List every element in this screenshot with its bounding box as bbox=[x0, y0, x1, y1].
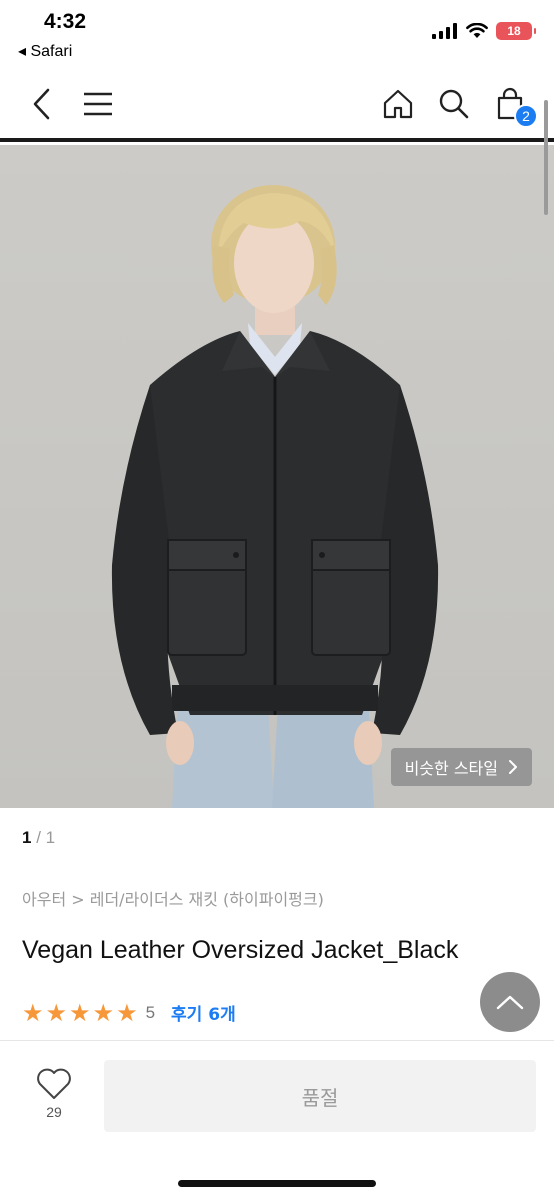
rating-value: 5 bbox=[145, 1002, 156, 1022]
back-to-safari-link[interactable]: ◂ Safari bbox=[18, 41, 72, 61]
product-photo bbox=[0, 145, 554, 808]
star-icon: ★ bbox=[92, 998, 115, 1027]
product-image[interactable]: 비슷한 스타일 bbox=[0, 145, 554, 808]
chevron-right-icon bbox=[509, 760, 517, 774]
pager-total: / 1 bbox=[31, 828, 56, 847]
chevron-up-icon bbox=[496, 995, 524, 1010]
similar-style-label: 비슷한 스타일 bbox=[404, 759, 498, 778]
star-icon: ★ bbox=[22, 998, 44, 1027]
search-button[interactable] bbox=[432, 82, 476, 126]
star-icon: ★ bbox=[69, 998, 91, 1027]
nav-divider bbox=[0, 138, 554, 142]
star-icon: ★ bbox=[116, 998, 138, 1027]
status-time: 4:32 bbox=[44, 10, 87, 33]
star-icon: ★ bbox=[45, 998, 68, 1027]
scrollbar-thumb[interactable] bbox=[544, 100, 548, 215]
like-button[interactable]: 29 bbox=[28, 1068, 80, 1128]
heart-icon bbox=[37, 1068, 71, 1099]
battery-indicator: 18 bbox=[496, 22, 536, 40]
hamburger-menu-icon bbox=[84, 92, 112, 116]
menu-button[interactable] bbox=[76, 82, 120, 126]
like-count: 29 bbox=[46, 1104, 62, 1120]
review-count-link[interactable]: 후기 6개 bbox=[171, 1000, 236, 1025]
nav-bar: 2 bbox=[0, 70, 554, 140]
status-indicators: 18 bbox=[432, 22, 536, 40]
signal-icon bbox=[432, 23, 457, 39]
home-button[interactable] bbox=[376, 82, 420, 126]
chevron-left-icon bbox=[33, 88, 50, 120]
home-icon bbox=[383, 89, 413, 119]
breadcrumb[interactable]: 아우터 > 레더/라이더스 재킷 (하이파이펑크) bbox=[22, 886, 324, 910]
product-title: Vegan Leather Oversized Jacket_Black bbox=[22, 936, 459, 964]
cart-button[interactable]: 2 bbox=[488, 82, 538, 128]
image-pager: 1 / 1 bbox=[22, 828, 55, 848]
home-indicator bbox=[178, 1180, 376, 1187]
scroll-to-top-button[interactable] bbox=[480, 972, 540, 1032]
wifi-icon bbox=[466, 23, 488, 38]
bottom-bar-divider bbox=[0, 1040, 554, 1041]
search-icon bbox=[439, 89, 469, 119]
back-button[interactable] bbox=[20, 82, 64, 126]
similar-style-button[interactable]: 비슷한 스타일 bbox=[390, 748, 532, 786]
rating-row: ★ ★ ★ ★ ★ 5 후기 6개 bbox=[22, 998, 236, 1027]
cart-count-badge: 2 bbox=[514, 104, 538, 128]
status-bar: 4:32 ◂ Safari 18 bbox=[0, 0, 554, 70]
sold-out-button[interactable]: 품절 bbox=[104, 1060, 536, 1132]
